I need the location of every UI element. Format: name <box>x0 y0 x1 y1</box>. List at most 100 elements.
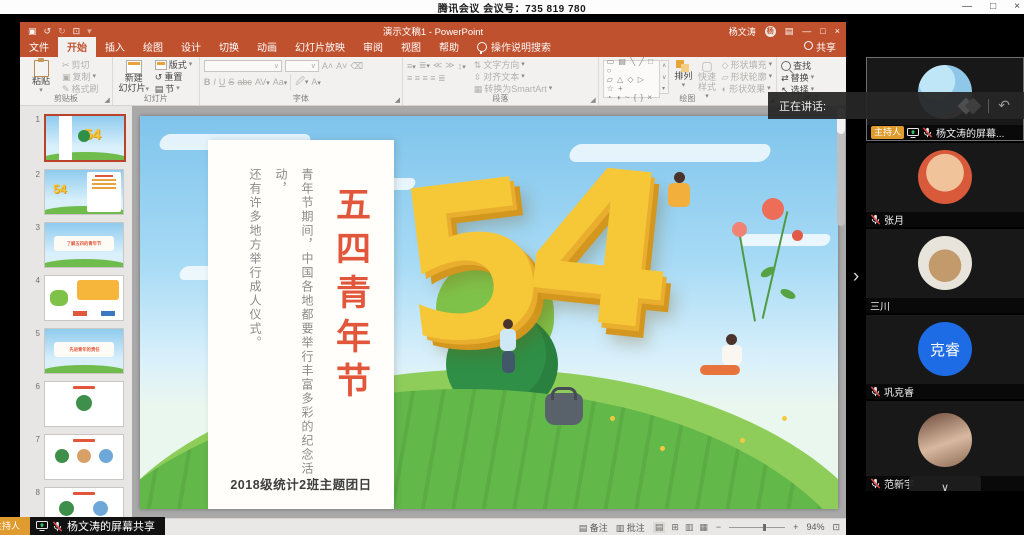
tab-home[interactable]: 开始 <box>58 37 96 57</box>
thumbnail-slide-3[interactable]: 了解五四的青年节 <box>44 222 124 268</box>
align-buttons[interactable]: ≡ ≡ ≡ ≡ ≣ <box>407 73 466 84</box>
shape-outline-button[interactable]: ▱形状轮廓▾ <box>722 72 772 82</box>
thumbnail-slide-1[interactable]: 54 <box>44 114 126 162</box>
numbering-button[interactable]: ≣▾ <box>419 60 430 71</box>
flowers <box>732 198 828 348</box>
ribbon-options-icon[interactable]: ▤ <box>785 26 794 37</box>
video-tile[interactable]: 三川 <box>866 229 1024 313</box>
share-button[interactable]: 共享 <box>804 39 836 54</box>
find-button[interactable]: 查找 <box>781 61 842 71</box>
paragraph-dialog-launcher[interactable]: ◢ <box>590 96 595 104</box>
tellme-search[interactable]: 操作说明搜索 <box>468 37 560 57</box>
shrink-font-button[interactable]: A˅ <box>336 61 347 71</box>
zoom-in-button[interactable]: + <box>793 522 798 532</box>
tab-view[interactable]: 视图 <box>392 37 430 57</box>
grow-font-button[interactable]: A˄ <box>322 61 333 71</box>
clear-format-button[interactable]: ⌫ <box>350 61 363 72</box>
change-case-button[interactable]: Aa▾ <box>273 77 288 87</box>
panel-expand-chevron-icon[interactable]: › <box>848 264 864 290</box>
bold-button[interactable]: B <box>204 77 211 87</box>
line-spacing-button[interactable]: ↕▾ <box>458 61 466 71</box>
layout-button[interactable]: 版式▾ <box>155 60 193 70</box>
thumbnail-slide-8[interactable] <box>44 487 124 518</box>
ribbon-home: 粘贴▾ ✂剪切 ▣复制▾ ✎格式刷 剪贴板 ◢ 新建 幻灯片▾ 版式 <box>20 57 846 106</box>
replace-button[interactable]: ⇄替换▾ <box>781 73 842 83</box>
paste-button[interactable]: 粘贴▾ <box>24 60 58 96</box>
char-spacing-button[interactable]: AV▾ <box>255 77 270 87</box>
reset-button[interactable]: ↺重置 <box>155 72 193 82</box>
font-size-select[interactable]: ∨ <box>285 60 319 72</box>
current-slide[interactable]: 54 <box>140 116 838 509</box>
canvas-scrollbar[interactable] <box>837 108 845 226</box>
shape-fill-button[interactable]: ◇形状填充▾ <box>722 60 772 70</box>
person-standing <box>500 319 516 373</box>
text-direction-button[interactable]: ⇅文字方向▾ <box>474 60 553 70</box>
highlight-button[interactable]: 🖉▾ <box>290 74 308 90</box>
slide-text-card: 青年节期间，中国各地都要举行丰富多彩的纪念活动， 还有许多地方举行成人仪式。 五… <box>208 140 394 509</box>
tab-slideshow[interactable]: 幻灯片放映 <box>286 37 354 57</box>
reply-arrow-icon[interactable]: ↶ <box>998 97 1010 114</box>
tab-help[interactable]: 帮助 <box>430 37 468 57</box>
font-color-button[interactable]: A▾ <box>311 77 321 87</box>
replace-icon: ⇄ <box>781 73 789 83</box>
tab-review[interactable]: 审阅 <box>354 37 392 57</box>
slide-body-text: 青年节期间，中国各地都要举行丰富多彩的纪念活动， 还有许多地方举行成人仪式。 <box>242 168 320 500</box>
view-slideshow-button[interactable]: ▦ <box>699 522 708 533</box>
ppt-window-title: 演示文稿1 - PowerPoint <box>20 24 846 38</box>
ppt-restore-icon[interactable]: □ <box>820 26 825 36</box>
new-slide-icon <box>126 60 142 74</box>
strike-button[interactable]: S <box>228 77 234 87</box>
thumbnail-slide-4[interactable] <box>44 275 124 321</box>
screen-share-overlay: 主持人 杨文涛的屏幕共享 <box>0 517 165 535</box>
cut-button[interactable]: ✂剪切 <box>62 60 99 70</box>
tab-draw[interactable]: 绘图 <box>134 37 172 57</box>
lightbulb-icon <box>477 42 487 52</box>
font-dialog-launcher[interactable]: ◢ <box>395 96 400 104</box>
avatar: 克睿 <box>918 322 972 376</box>
ppt-user-avatar[interactable]: 杨 <box>765 26 776 37</box>
tab-insert[interactable]: 插入 <box>96 37 134 57</box>
align-text-button[interactable]: ⇳对齐文本▾ <box>474 72 553 82</box>
video-tile[interactable]: 克睿 巩克睿 <box>866 315 1024 399</box>
tab-transitions[interactable]: 切换 <box>210 37 248 57</box>
notes-button[interactable]: ▤ 备注 <box>579 521 608 534</box>
zoom-level[interactable]: 94% <box>806 522 824 532</box>
bullets-button[interactable]: ≡▾ <box>407 61 416 71</box>
video-tile[interactable]: 张月 <box>866 143 1024 227</box>
mic-muted-icon <box>870 386 881 397</box>
shadow-button[interactable]: abc <box>237 77 252 87</box>
zoom-out-button[interactable]: − <box>716 522 721 532</box>
new-slide-button[interactable]: 新建 幻灯片▾ <box>117 60 151 96</box>
italic-button[interactable]: I <box>213 77 216 87</box>
align-text-icon: ⇳ <box>474 72 482 82</box>
view-sorter-button[interactable]: ⊞ <box>671 522 679 533</box>
outdent-button[interactable]: ≪ <box>433 60 442 71</box>
fit-to-window-button[interactable]: ⊡ <box>832 522 840 533</box>
tab-animations[interactable]: 动画 <box>248 37 286 57</box>
tab-design[interactable]: 设计 <box>172 37 210 57</box>
tab-file[interactable]: 文件 <box>20 37 58 57</box>
ppt-minimize-icon[interactable]: — <box>802 26 811 36</box>
slide-thumbnail-pane: 1 54 2 54 3 <box>20 106 132 518</box>
view-reading-button[interactable]: ▥ <box>685 522 694 533</box>
clipboard-dialog-launcher[interactable]: ◢ <box>104 96 109 104</box>
font-name-select[interactable]: ∨ <box>204 60 282 72</box>
video-tile[interactable]: 范新宇 ∨ <box>866 401 1024 491</box>
view-normal-button[interactable]: ▤ <box>653 522 666 533</box>
thumbnail-slide-2[interactable]: 54 <box>44 169 124 215</box>
thumbnail-slide-6[interactable] <box>44 381 124 427</box>
comments-button[interactable]: ▥ 批注 <box>616 521 645 534</box>
indent-button[interactable]: ≫ <box>445 60 454 71</box>
mic-muted-icon <box>870 214 881 225</box>
avatar <box>918 236 972 290</box>
shapes-scroll[interactable]: ∧∨▾ <box>660 60 669 94</box>
thumbnail-slide-7[interactable] <box>44 434 124 480</box>
underline-button[interactable]: U <box>219 77 226 87</box>
thumbnail-slide-5[interactable]: 先进青年的责任 <box>44 328 124 374</box>
big-54-number: 54 <box>398 168 673 359</box>
zoom-slider[interactable] <box>729 527 785 528</box>
comments-icon: ▥ <box>616 523 625 533</box>
ppt-close-icon[interactable]: × <box>835 26 840 36</box>
collapse-panel-button[interactable]: ∨ <box>909 476 981 491</box>
copy-button[interactable]: ▣复制▾ <box>62 72 99 82</box>
